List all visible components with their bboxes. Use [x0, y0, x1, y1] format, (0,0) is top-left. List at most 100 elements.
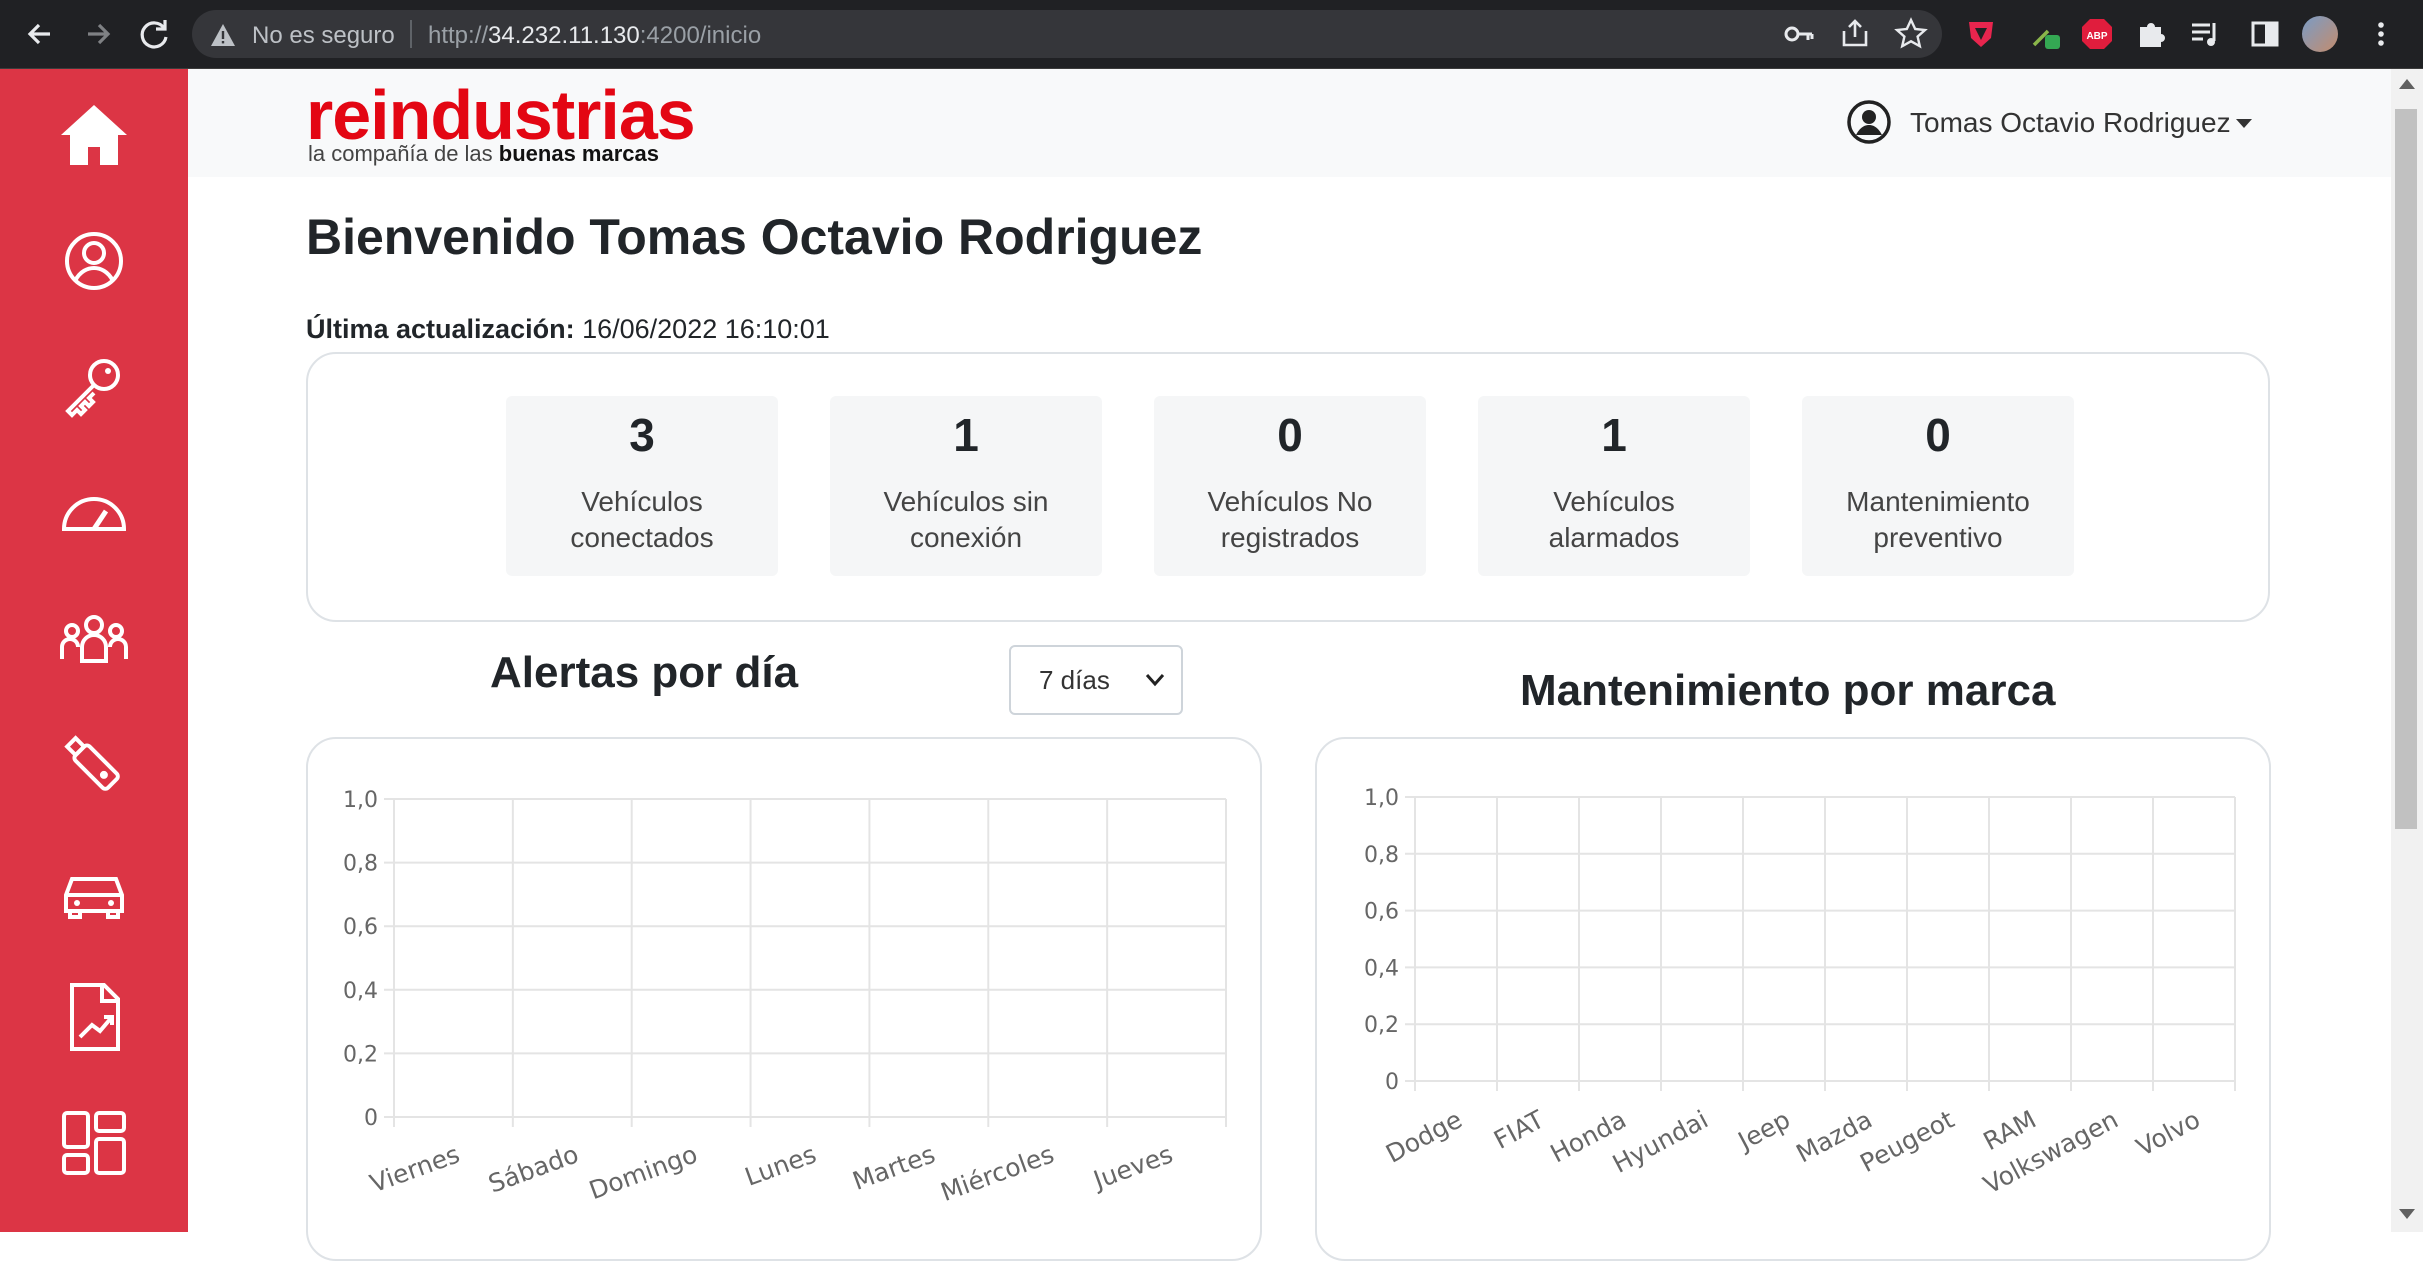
last-update-label: Última actualización:	[306, 314, 575, 344]
x-tick-label: Jeep	[1732, 1105, 1795, 1157]
sidebar-item-panel[interactable]	[58, 1107, 130, 1179]
car-icon	[64, 877, 124, 919]
y-tick-label: 0	[364, 1106, 378, 1131]
extensions-button[interactable]	[2134, 17, 2168, 51]
x-tick-label: Miércoles	[937, 1139, 1058, 1207]
y-tick-label: 0,8	[1364, 843, 1399, 868]
sidebar-item-vehicles[interactable]	[58, 855, 130, 927]
x-tick-label: Domingo	[585, 1139, 701, 1205]
color-picker-extension-button[interactable]	[2028, 17, 2062, 51]
stat-value: 1	[953, 409, 979, 461]
url-host: 34.232.11.130	[488, 22, 640, 49]
key-icon	[1784, 26, 1814, 42]
omnibox-divider	[410, 20, 412, 48]
shield-extension-button[interactable]	[1964, 17, 1998, 51]
speedometer-icon	[61, 497, 127, 531]
stat-preventive-maintenance[interactable]: 0 Mantenimiento preventivo	[1802, 396, 2074, 576]
group-icon	[60, 615, 128, 663]
dashboard-grid-icon	[62, 1111, 126, 1175]
user-circle-icon	[1847, 100, 1891, 144]
sidebar-item-devices[interactable]	[58, 729, 130, 801]
sidebar-item-home[interactable]	[58, 99, 130, 171]
stat-label: Vehículos No registrados	[1154, 484, 1426, 556]
url-text[interactable]: http://34.232.11.130:4200/inicio	[428, 22, 761, 50]
scrollbar-thumb[interactable]	[2395, 109, 2417, 829]
stat-value: 0	[1925, 409, 1951, 461]
stat-value: 3	[629, 409, 655, 461]
reload-icon	[140, 20, 168, 49]
x-tick-label: Dodge	[1381, 1105, 1467, 1169]
report-icon	[70, 983, 120, 1051]
stats-card: 3 Vehículos conectados 1 Vehículos sin con…	[306, 352, 2270, 622]
stat-disconnected-vehicles[interactable]: 1 Vehículos sin conexión	[830, 396, 1102, 576]
share-button[interactable]	[1838, 17, 1872, 51]
password-key-button[interactable]	[1782, 17, 1816, 51]
scroll-down-arrow-icon[interactable]	[2399, 1209, 2415, 1219]
security-label[interactable]: No es seguro	[252, 22, 395, 50]
stat-value: 1	[1601, 409, 1627, 461]
y-tick-label: 0,6	[1364, 900, 1399, 925]
bookmark-button[interactable]	[1894, 17, 1928, 51]
reload-button[interactable]	[134, 14, 174, 54]
logo-tagline-bold: buenas marcas	[498, 141, 659, 166]
x-tick-label: Lunes	[741, 1139, 820, 1191]
last-update: Última actualización: 16/06/2022 16:10:0…	[306, 314, 830, 345]
arrow-right-icon	[88, 23, 111, 45]
browser-menu-button[interactable]	[2364, 17, 2398, 51]
shield-icon	[1969, 22, 1993, 47]
scroll-up-arrow-icon[interactable]	[2399, 79, 2415, 89]
maintenance-chart-title: Mantenimiento por marca	[1520, 666, 2056, 715]
page-title: Bienvenido Tomas Octavio Rodriguez	[306, 209, 1203, 265]
page-scrollbar[interactable]	[2391, 69, 2423, 1232]
x-tick-label: Peugeot	[1855, 1105, 1959, 1178]
x-tick-label: Martes	[849, 1139, 939, 1195]
stat-label-line1: Mantenimiento	[1846, 486, 2030, 517]
caret-down-icon	[2236, 119, 2252, 128]
last-update-value: 16/06/2022 16:10:01	[582, 314, 830, 344]
sidebar-item-profile[interactable]	[58, 225, 130, 297]
stat-label-line1: Vehículos sin	[883, 486, 1049, 517]
adblock-badge-text: ABP	[2086, 31, 2107, 42]
usb-drive-icon	[64, 735, 120, 791]
side-panel-button[interactable]	[2248, 17, 2282, 51]
stat-label: Mantenimiento preventivo	[1802, 484, 2074, 556]
adblock-extension-button[interactable]: ABP	[2080, 17, 2114, 51]
browser-toolbar: No es seguro http://34.232.11.130:4200/i…	[0, 0, 2423, 69]
stat-value: 0	[1277, 409, 1303, 461]
sidebar-item-dashboard[interactable]	[58, 477, 130, 549]
y-tick-label: 1,0	[1364, 786, 1399, 811]
x-tick-label: FIAT	[1489, 1104, 1549, 1154]
forward-button[interactable]	[78, 14, 118, 54]
y-tick-label: 0,4	[343, 979, 378, 1004]
stat-label-line2: preventivo	[1873, 522, 2003, 553]
days-range-select[interactable]: 7 días	[1009, 645, 1183, 715]
stat-label: Vehículos conectados	[506, 484, 778, 556]
stat-connected-vehicles[interactable]: 3 Vehículos conectados	[506, 396, 778, 576]
y-tick-label: 0	[1385, 1070, 1399, 1095]
home-icon	[61, 105, 127, 165]
profile-avatar[interactable]	[2302, 16, 2338, 52]
days-select-value: 7 días	[1039, 665, 1110, 695]
x-tick-label: Sábado	[485, 1139, 583, 1198]
sidebar-item-keys[interactable]	[58, 351, 130, 423]
stat-label: Vehículos sin conexión	[830, 484, 1102, 556]
warning-icon	[211, 24, 235, 46]
media-controls-button[interactable]	[2188, 17, 2222, 51]
stat-label-line2: alarmados	[1548, 522, 1680, 553]
stat-unregistered-vehicles[interactable]: 0 Vehículos No registrados	[1154, 396, 1426, 576]
stat-alarmed-vehicles[interactable]: 1 Vehículos alarmados	[1478, 396, 1750, 576]
maintenance-chart: 00,20,40,60,81,0Dodge FIATHondaHyundai Jee…	[1364, 786, 2236, 1200]
user-name: Tomas Octavio Rodriguez	[1910, 107, 2231, 138]
address-bar[interactable]: No es seguro http://34.232.11.130:4200/i…	[192, 10, 1942, 58]
y-tick-label: 1,0	[343, 788, 378, 813]
back-button[interactable]	[20, 14, 60, 54]
y-tick-label: 0,2	[343, 1042, 378, 1067]
sidebar-item-groups[interactable]	[58, 603, 130, 675]
x-tick-label: Volvo	[2132, 1105, 2205, 1162]
stat-label: Vehículos alarmados	[1478, 484, 1750, 556]
adblock-icon: ABP	[2082, 19, 2112, 49]
alerts-chart-title: Alertas por día	[490, 648, 799, 697]
sidebar-item-reports[interactable]	[58, 981, 130, 1053]
stat-label-line1: Vehículos	[581, 486, 703, 517]
stat-label-line2: conexión	[909, 522, 1023, 553]
